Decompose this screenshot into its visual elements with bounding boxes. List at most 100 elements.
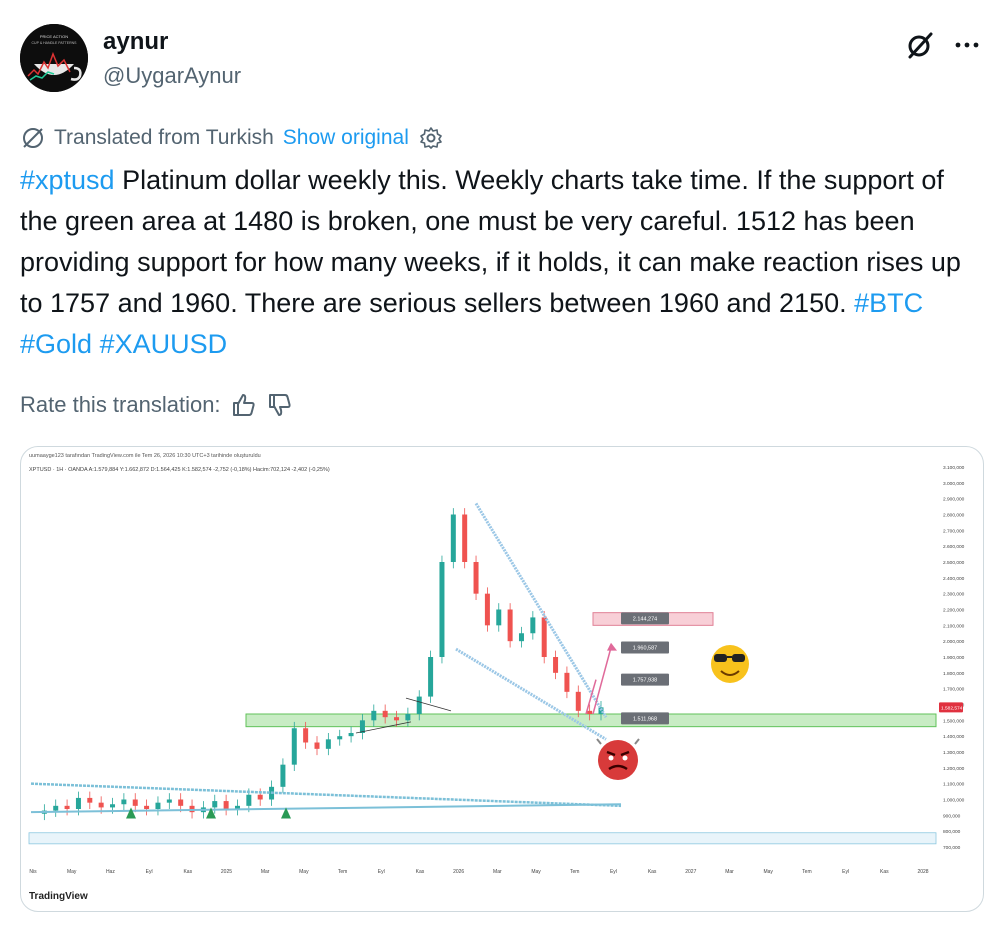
candle-body xyxy=(553,657,559,673)
x-tick-label: Eyl xyxy=(378,869,385,875)
chart-image[interactable]: uumaayge123 tarafından TradingView.com i… xyxy=(20,446,984,912)
x-tick-label: 2026 xyxy=(453,869,464,875)
candle-body xyxy=(496,609,502,626)
candle-body xyxy=(53,805,59,811)
hashtag-gold[interactable]: #Gold xyxy=(20,329,92,359)
last-price-label: 1.582,574 xyxy=(941,705,963,711)
y-tick-label: 1.500,000 xyxy=(943,718,965,724)
candle-body xyxy=(87,797,93,803)
x-tick-label: May xyxy=(763,869,773,875)
y-tick-label: 3.000,000 xyxy=(943,481,965,487)
x-tick-label: 2025 xyxy=(221,869,232,875)
x-tick-label: Haz xyxy=(106,869,115,875)
y-tick-label: 2.700,000 xyxy=(943,528,965,534)
candle-body xyxy=(64,805,70,809)
candle-body xyxy=(405,714,411,721)
candle-body xyxy=(121,799,127,805)
tweet-text: #xptusd Platinum dollar weekly this. Wee… xyxy=(20,160,980,365)
arrow-head xyxy=(607,642,617,651)
candle-body xyxy=(98,802,104,808)
candle-body xyxy=(587,710,593,714)
author-handle[interactable]: @UygarAynur xyxy=(103,63,241,89)
candle-body xyxy=(394,717,400,721)
chart-header-line: uumaayge123 tarafından TradingView.com i… xyxy=(29,453,261,459)
x-tick-label: Mar xyxy=(493,869,502,875)
candle-body xyxy=(178,799,184,806)
translation-row: Translated from Turkish Show original xyxy=(20,124,443,152)
gear-icon[interactable] xyxy=(419,126,443,150)
chart-symbol-line: XPTUSD · 1H · OANDA A:1.579,884 Y:1.662,… xyxy=(29,467,330,473)
x-tick-label: 2027 xyxy=(685,869,696,875)
price-chart: uumaayge123 tarafından TradingView.com i… xyxy=(28,453,965,902)
candle-body xyxy=(428,657,434,697)
y-tick-label: 1.100,000 xyxy=(943,782,965,788)
y-tick-label: 700,000 xyxy=(943,845,961,851)
y-tick-label: 2.600,000 xyxy=(943,544,965,550)
translated-label: Translated from Turkish xyxy=(54,126,274,149)
candle-body xyxy=(291,728,297,765)
x-tick-label: Tem xyxy=(338,869,347,875)
candle-body xyxy=(450,514,456,562)
y-tick-label: 1.200,000 xyxy=(943,766,965,772)
angry-emoji xyxy=(596,738,640,780)
y-tick-label: 1.700,000 xyxy=(943,687,965,693)
ascending-trendline xyxy=(30,803,622,814)
author-name[interactable]: aynur xyxy=(103,28,168,56)
avatar-text-line2: CUP & HANDLE PATTERNS xyxy=(32,41,78,45)
price-level-label: 1.757,938 xyxy=(633,678,657,684)
grok-icon[interactable] xyxy=(905,30,935,60)
show-original-link[interactable]: Show original xyxy=(283,126,409,150)
candle-body xyxy=(371,710,377,721)
y-tick-label: 3.100,000 xyxy=(943,465,965,471)
pivot-arrow xyxy=(126,807,136,819)
avatar-image: PRICE ACTION CUP & HANDLE PATTERNS xyxy=(20,24,88,92)
candle-body xyxy=(314,742,320,749)
candle-body xyxy=(280,764,286,787)
x-tick-label: Kas xyxy=(880,869,889,875)
y-tick-label: 2.400,000 xyxy=(943,576,965,582)
thumbs-up-icon[interactable] xyxy=(231,392,257,418)
candle-body xyxy=(541,617,547,657)
candle-body xyxy=(507,609,513,642)
candle-body xyxy=(484,593,490,626)
y-tick-label: 1.900,000 xyxy=(943,655,965,661)
y-tick-label: 2.100,000 xyxy=(943,623,965,629)
y-tick-label: 2.000,000 xyxy=(943,639,965,645)
x-tick-label: May xyxy=(67,869,77,875)
tweet-body: Platinum dollar weekly this. Weekly char… xyxy=(20,165,961,318)
y-tick-label: 1.300,000 xyxy=(943,750,965,756)
y-tick-label: 1.400,000 xyxy=(943,734,965,740)
wedge-upper-line xyxy=(474,502,608,718)
candle-body xyxy=(110,804,116,808)
hashtag-xauusd[interactable]: #XAUUSD xyxy=(100,329,228,359)
y-tick-label: 1.000,000 xyxy=(943,798,965,804)
candle-body xyxy=(325,739,331,749)
cool-emoji xyxy=(711,645,749,683)
rate-translation-row: Rate this translation: xyxy=(20,389,293,421)
translate-icon xyxy=(23,128,43,148)
hashtag-xptusd[interactable]: #xptusd xyxy=(20,165,115,195)
price-level-label: 2.144,274 xyxy=(633,616,657,622)
candle-body xyxy=(382,710,388,718)
flag-line-1 xyxy=(405,697,452,712)
y-tick-label: 1.800,000 xyxy=(943,671,965,677)
x-tick-label: 2028 xyxy=(917,869,928,875)
more-icon[interactable] xyxy=(952,30,982,60)
y-tick-label: 2.900,000 xyxy=(943,497,965,503)
candle-body xyxy=(246,794,252,806)
candle-body xyxy=(575,691,581,711)
hashtag-btc[interactable]: #BTC xyxy=(854,288,923,318)
candle-body xyxy=(564,672,570,692)
thumbs-down-icon[interactable] xyxy=(267,392,293,418)
x-tick-label: Eyl xyxy=(146,869,153,875)
candle-body xyxy=(75,797,81,809)
y-tick-label: 2.500,000 xyxy=(943,560,965,566)
candle-body xyxy=(132,799,138,806)
y-tick-label: 900,000 xyxy=(943,813,961,819)
avatar[interactable]: PRICE ACTION CUP & HANDLE PATTERNS xyxy=(20,24,88,92)
price-level-label: 1.511,968 xyxy=(633,716,657,722)
x-tick-label: Kas xyxy=(648,869,657,875)
candle-body xyxy=(257,794,263,800)
candle-body xyxy=(462,514,468,562)
avatar-text-line1: PRICE ACTION xyxy=(40,34,68,39)
